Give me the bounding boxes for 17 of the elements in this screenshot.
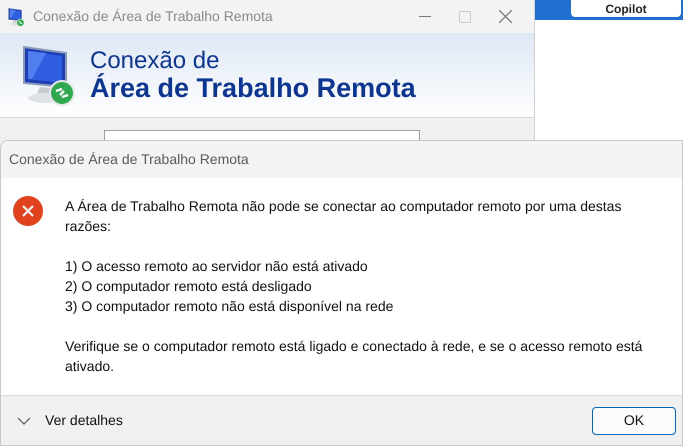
close-icon[interactable] <box>499 10 512 23</box>
advice-text: Verifique se o computador remoto está ligado e conectado à rede, e se o acesso remoto está ativado. <box>65 337 644 376</box>
dialog-title: Conexão de Área de Trabalho Remota <box>9 150 249 169</box>
error-icon <box>13 196 43 226</box>
app-icon <box>6 6 26 26</box>
minimize-icon[interactable] <box>419 16 431 18</box>
reason-text: 2) O computador remoto está desligado <box>65 277 313 296</box>
ok-button[interactable]: OK <box>592 406 676 434</box>
banner-title: Área de Trabalho Remota <box>90 74 416 102</box>
reason-text: 3) O computador remoto não está disponível na rede <box>65 297 394 316</box>
chevron-icon <box>17 416 31 424</box>
reason-text: 1) O acesso remoto ao servidor não está ativado <box>65 257 369 276</box>
banner-subtitle: Conexão de <box>90 48 220 72</box>
copilot-button[interactable]: Copilot <box>571 0 681 17</box>
error-message: A Área de Trabalho Remota não pode se conectar ao computador remoto por uma destas razões: <box>65 197 622 236</box>
details-toggle[interactable]: Ver detalhes <box>17 410 123 431</box>
window-title: Conexão de Área de Trabalho Remota <box>33 7 273 26</box>
